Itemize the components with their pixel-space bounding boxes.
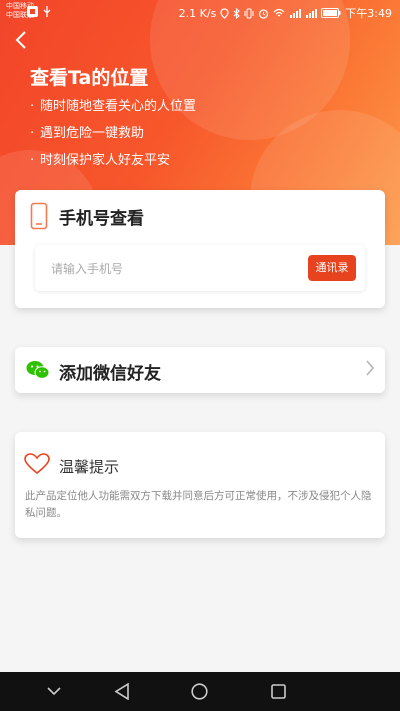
phone-input-wrapper: 通讯录 [35,245,365,291]
status-bar: 中国移动 中国联通 2.1 K/s 下午3:49 [0,0,400,26]
phone-lookup-card: 手机号查看 通讯录 [15,190,385,308]
home-circle-icon[interactable] [191,683,208,700]
contacts-button[interactable]: 通讯录 [308,255,356,281]
recent-apps-icon[interactable] [271,684,286,699]
back-triangle-icon[interactable] [114,683,130,700]
alarm-icon [259,8,269,19]
wechat-icon [26,361,50,379]
battery-icon [321,8,341,18]
list-item: · 时刻保护家人好友平安 [30,151,196,178]
status-right: 2.1 K/s 下午3:49 [179,5,392,21]
bluetooth-icon [233,7,241,19]
wifi-icon [273,8,285,17]
feature-text: 时刻保护家人好友平安 [40,153,171,168]
feature-text: 随时随地查看关心的人位置 [40,99,197,114]
app-notification-icon [27,6,38,17]
phone-number-input[interactable] [49,257,273,281]
list-item: · 遇到危险一键救助 [30,124,196,151]
page-title: 查看Ta的位置 [30,67,149,89]
notification-icons [27,6,52,17]
system-navigation-bar [0,672,400,711]
clock: 下午3:49 [345,7,392,20]
network-speed: 2.1 K/s [178,6,217,20]
usb-icon [43,6,51,17]
chevron-right-icon [366,360,375,376]
add-wechat-friend-label: 添加微信好友 [59,364,161,384]
tip-text: 此产品定位他人功能需双方下载并同意后方可正常使用，不涉及侵犯个人隐私问题。 [25,490,372,519]
feature-list: · 随时随地查看关心的人位置 · 遇到危险一键救助 · 时刻保护家人好友平安 [30,97,196,178]
list-item: · 随时随地查看关心的人位置 [30,97,196,124]
location-icon [220,7,229,19]
chevron-down-icon[interactable] [47,686,61,696]
tip-card: 温馨提示 此产品定位他人功能需双方下载并同意后方可正常使用，不涉及侵犯个人隐私问… [15,432,385,538]
back-button[interactable] [14,30,36,52]
tip-title: 温馨提示 [59,458,120,476]
chevron-left-icon [15,31,26,49]
phone-lookup-label: 手机号查看 [59,209,144,229]
phone-icon [30,202,48,230]
signal-icon [290,9,302,18]
signal-icon [306,9,318,18]
heart-icon [24,453,50,475]
vibrate-icon [244,8,254,18]
feature-text: 遇到危险一键救助 [40,126,145,141]
add-wechat-friend-row[interactable]: 添加微信好友 [15,347,385,393]
